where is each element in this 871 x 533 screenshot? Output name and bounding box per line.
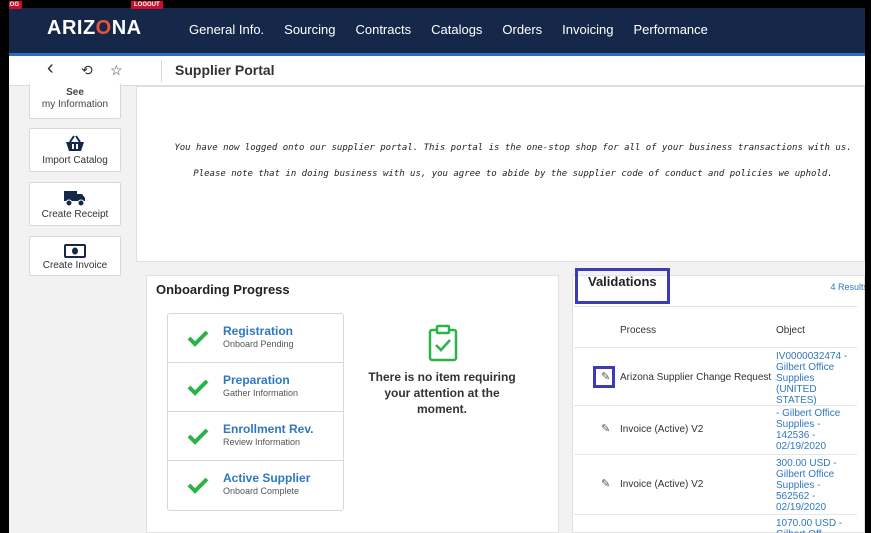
see-my-information-button[interactable]: See my Information	[29, 83, 121, 119]
create-invoice-label: Create Invoice	[42, 260, 108, 271]
column-header-process: Process	[620, 325, 657, 336]
step-name[interactable]: Enrollment Rev.	[223, 422, 313, 436]
table-row: ✎ Invoice (Active) V2 300.00 USD - Gilbe…	[574, 455, 857, 515]
table-row: ✎ Arizona Supplier Change Request IV0000…	[574, 347, 857, 406]
onboarding-step-enrollment: Enrollment Rev. Review Information	[168, 412, 343, 461]
basket-icon	[66, 135, 84, 151]
step-name[interactable]: Preparation	[223, 373, 290, 387]
sub-header: ‹ ⟲ ☆ Supplier Portal	[9, 56, 865, 86]
validations-results-count[interactable]: 4 Results	[830, 282, 865, 292]
checkmark-icon	[187, 428, 209, 445]
clipboard-check-icon	[428, 324, 458, 362]
object-link[interactable]: 1070.00 USD - Gilbert Off...	[776, 518, 854, 533]
pencil-icon[interactable]: ✎	[601, 370, 610, 383]
step-status: Onboard Complete	[223, 486, 300, 496]
process-cell: Invoice (Active) V2	[620, 479, 704, 490]
app-window: LOG LOGOUT ARIZONA General Info. Sourcin…	[0, 0, 871, 533]
pencil-icon[interactable]: ✎	[601, 422, 610, 435]
create-invoice-button[interactable]: Create Invoice	[29, 236, 121, 276]
object-link[interactable]: 300.00 USD - Gilbert Office Supplies - 5…	[776, 458, 854, 513]
back-icon[interactable]: ‹	[47, 57, 54, 80]
onboarding-steps: Registration Onboard Pending Preparation…	[167, 313, 344, 511]
create-receipt-button[interactable]: Create Receipt	[29, 182, 121, 226]
process-cell: Invoice (Active) V2	[620, 424, 704, 435]
logo-text-suffix: NA	[111, 17, 142, 39]
step-status: Gather Information	[223, 388, 299, 398]
top-nav-bar: LOG LOGOUT ARIZONA General Info. Sourcin…	[9, 0, 865, 56]
step-status: Onboard Pending	[223, 339, 294, 349]
step-name[interactable]: Registration	[223, 324, 293, 338]
arizona-logo[interactable]: ARIZONA	[47, 17, 142, 40]
logo-text-prefix: ARIZ	[47, 17, 96, 39]
welcome-message: You have now logged onto our supplier po…	[174, 143, 852, 179]
welcome-panel: You have now logged onto our supplier po…	[136, 86, 865, 262]
object-link[interactable]: IV0000032474 - Gilbert Office Supplies (…	[776, 351, 854, 406]
onboarding-progress-panel: Onboarding Progress Registration Onboard…	[146, 275, 559, 533]
object-link[interactable]: - Gilbert Office Supplies - 142536 - 02/…	[776, 408, 854, 452]
onboarding-title: Onboarding Progress	[156, 282, 290, 297]
no-items-message: There is no item requiring your attentio…	[368, 370, 516, 416]
checkmark-icon	[187, 379, 209, 396]
page-title: Supplier Portal	[175, 62, 275, 78]
checkmark-icon	[187, 330, 209, 347]
validations-title-highlight: Validations	[575, 268, 670, 304]
nav-performance[interactable]: Performance	[623, 21, 717, 39]
history-icon[interactable]: ⟲	[81, 62, 93, 79]
nav-general-info[interactable]: General Info.	[179, 21, 274, 39]
create-receipt-label: Create Receipt	[41, 209, 109, 220]
nav-sourcing[interactable]: Sourcing	[274, 21, 345, 39]
step-name[interactable]: Active Supplier	[223, 471, 310, 485]
validations-table: Process Object ✎ Arizona Supplier Change…	[574, 306, 857, 533]
nav-catalogs[interactable]: Catalogs	[421, 21, 492, 39]
money-bill-icon	[64, 244, 86, 258]
main-nav: General Info. Sourcing Contracts Catalog…	[179, 21, 718, 39]
logo-text-o: O	[95, 17, 112, 39]
corner-tag-left: LOG	[9, 1, 22, 9]
pencil-icon[interactable]: ✎	[601, 477, 610, 490]
validations-panel: Validations 4 Results Process Object ✎ A…	[572, 268, 865, 533]
table-row: 1070.00 USD - Gilbert Off...	[574, 515, 857, 533]
onboarding-step-registration: Registration Onboard Pending	[168, 314, 343, 363]
process-cell: Arizona Supplier Change Request	[620, 372, 772, 383]
checkmark-icon	[187, 477, 209, 494]
star-icon[interactable]: ☆	[110, 62, 123, 79]
validations-title: Validations	[588, 274, 657, 289]
sub-header-divider	[161, 60, 162, 82]
see-info-label-2: my Information	[41, 99, 109, 110]
corner-tag-right: LOGOUT	[131, 1, 163, 9]
column-header-object: Object	[776, 325, 805, 336]
nav-invoicing[interactable]: Invoicing	[552, 21, 623, 39]
import-catalog-label: Import Catalog	[42, 155, 108, 166]
step-status: Review Information	[223, 437, 301, 447]
import-catalog-button[interactable]: Import Catalog	[29, 128, 121, 172]
table-row: ✎ Invoice (Active) V2 - Gilbert Office S…	[574, 406, 857, 455]
nav-contracts[interactable]: Contracts	[345, 21, 421, 39]
nav-orders[interactable]: Orders	[492, 21, 552, 39]
onboarding-step-active-supplier: Active Supplier Onboard Complete	[168, 461, 343, 510]
see-info-label-1: See	[66, 87, 84, 98]
truck-icon	[64, 191, 85, 207]
onboarding-step-preparation: Preparation Gather Information	[168, 363, 343, 412]
